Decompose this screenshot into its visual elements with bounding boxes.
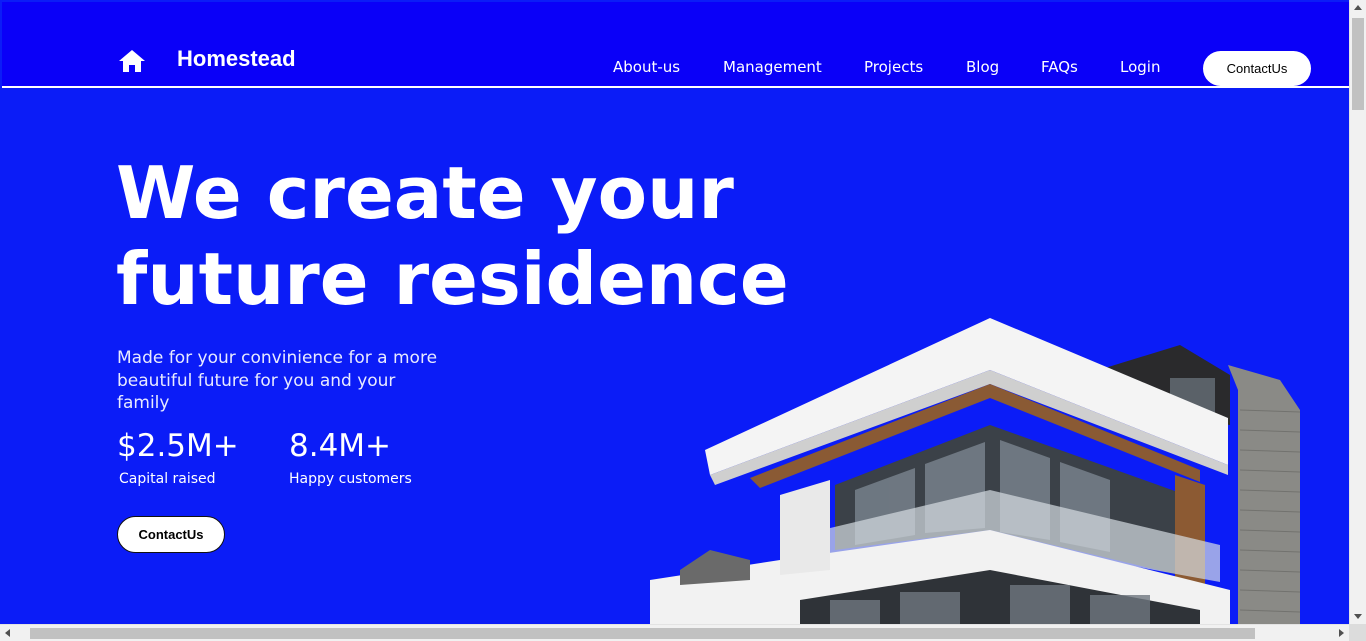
nav-management[interactable]: Management (723, 58, 822, 76)
nav-projects[interactable]: Projects (864, 58, 923, 76)
hero-contact-button[interactable]: ContactUs (117, 516, 225, 553)
horizontal-scrollbar[interactable] (0, 624, 1349, 641)
vertical-scroll-thumb[interactable] (1352, 18, 1364, 110)
nav-login[interactable]: Login (1120, 58, 1160, 76)
stat-capital-label: Capital raised (119, 471, 216, 487)
brand-name[interactable]: Homestead (177, 46, 296, 72)
vertical-scrollbar[interactable] (1349, 0, 1366, 624)
stat-capital-value: $2.5M+ (117, 428, 239, 464)
stat-customers-label: Happy customers (289, 471, 412, 487)
scroll-right-arrow-icon[interactable] (1339, 629, 1344, 637)
scrollbar-corner (1349, 624, 1366, 641)
header-contact-button[interactable]: ContactUs (1203, 51, 1311, 86)
hero-title-line-1: We create your (116, 151, 734, 235)
scroll-up-arrow-icon[interactable] (1354, 5, 1362, 10)
hero-subtitle: Made for your convinience for a more bea… (117, 348, 438, 413)
nav-about-us[interactable]: About-us (613, 58, 680, 76)
nav-faqs[interactable]: FAQs (1041, 58, 1078, 76)
scroll-down-arrow-icon[interactable] (1354, 614, 1362, 619)
horizontal-scroll-thumb[interactable] (30, 628, 1255, 639)
stat-customers-value: 8.4M+ (289, 428, 392, 464)
home-icon[interactable] (117, 48, 147, 74)
page: Homestead About-us Management Projects B… (0, 0, 1349, 624)
hero-title: We create your future residence (116, 150, 789, 322)
scroll-left-arrow-icon[interactable] (5, 629, 10, 637)
nav-blog[interactable]: Blog (966, 58, 999, 76)
modern-house-image (650, 318, 1301, 624)
site-header: Homestead About-us Management Projects B… (2, 2, 1349, 88)
